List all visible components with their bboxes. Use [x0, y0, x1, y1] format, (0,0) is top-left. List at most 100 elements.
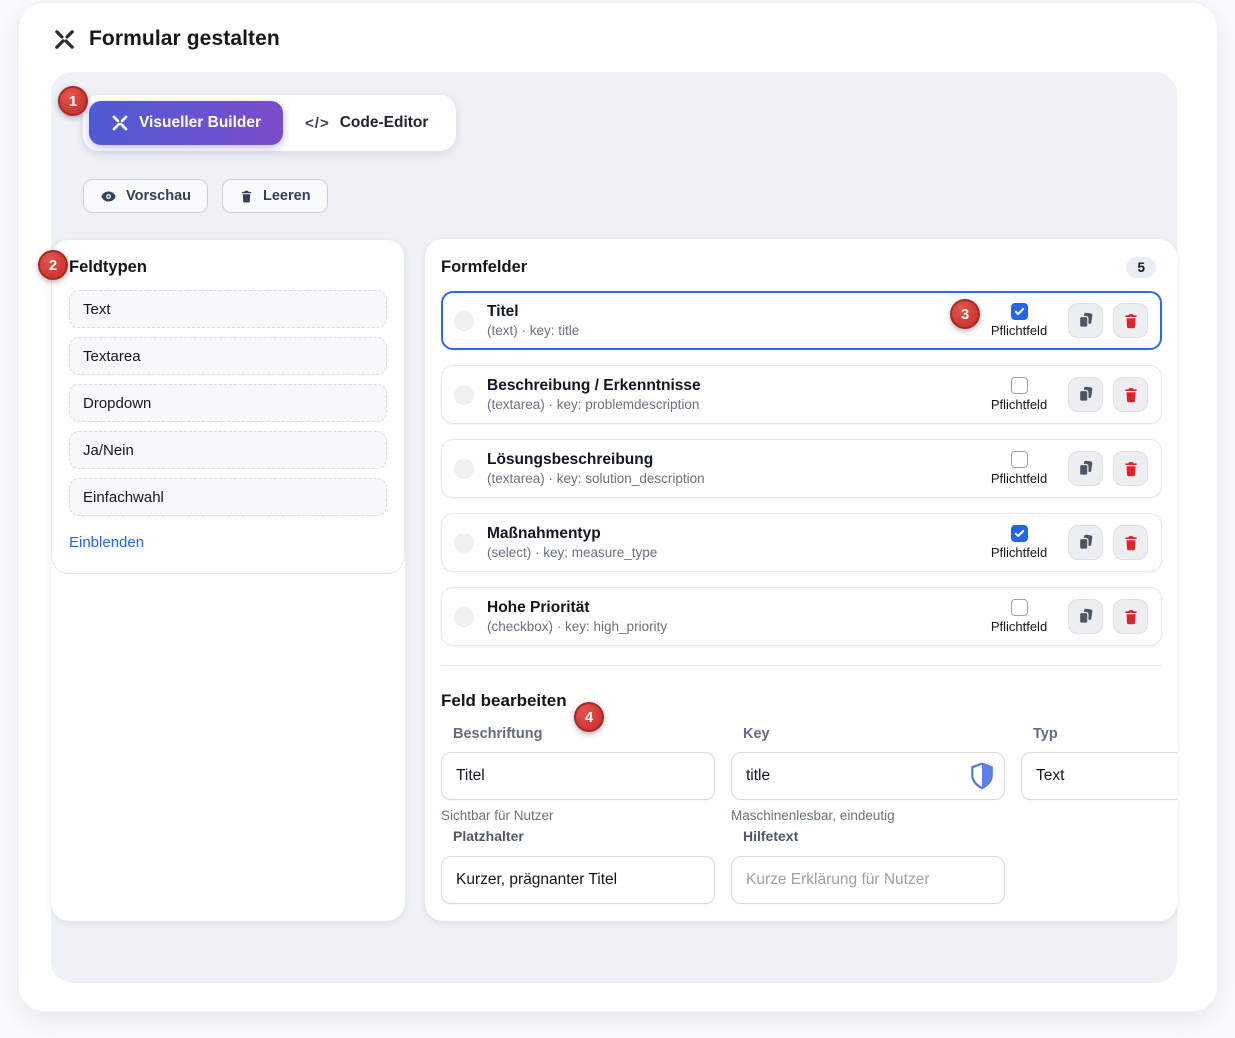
label-helper: Sichtbar für Nutzer	[441, 808, 715, 823]
key-field-label: Key	[731, 726, 1005, 742]
trash-icon	[1122, 460, 1140, 478]
label-input[interactable]	[441, 752, 715, 800]
copy-icon	[1076, 311, 1095, 330]
field-type-label: Text	[83, 301, 111, 318]
field-meta: (textarea) · key: problemdescription	[487, 397, 970, 412]
duplicate-button[interactable]	[1068, 451, 1103, 486]
field-editor-form: Beschriftung Sichtbar für Nutzer Platzha…	[441, 726, 1177, 904]
page-header: Formular gestalten	[19, 3, 1217, 51]
key-input-wrap	[731, 752, 1005, 800]
label-field-label: Beschriftung	[441, 726, 715, 742]
required-label: Pflichtfeld	[991, 619, 1047, 634]
edit-heading: Feld bearbeiten	[441, 691, 567, 711]
field-types-list: Text Textarea Dropdown Ja/Nein Einfachwa…	[69, 290, 387, 516]
required-label: Pflichtfeld	[991, 471, 1047, 486]
duplicate-button[interactable]	[1068, 525, 1103, 560]
trash-icon	[1122, 534, 1140, 552]
delete-button[interactable]	[1113, 377, 1148, 412]
helptext-input[interactable]	[731, 856, 1005, 904]
drag-handle[interactable]	[454, 533, 474, 553]
show-hidden-link[interactable]: Einblenden	[69, 534, 144, 551]
annotation-badge-3: 3	[950, 299, 980, 329]
duplicate-button[interactable]	[1068, 377, 1103, 412]
field-type-item[interactable]: Einfachwahl	[69, 478, 387, 516]
code-icon: </>	[305, 115, 330, 132]
field-label: Beschreibung / Erkenntnisse	[487, 377, 970, 396]
field-text: Hohe Priorität (checkbox) · key: high_pr…	[487, 599, 970, 635]
form-fields-heading: Formfelder	[441, 258, 527, 277]
helptext-field-label: Hilfetext	[731, 828, 1005, 844]
required-control: Pflichtfeld	[983, 303, 1055, 338]
field-type-item[interactable]: Ja/Nein	[69, 431, 387, 469]
required-label: Pflichtfeld	[991, 323, 1047, 338]
eye-icon	[100, 188, 117, 205]
tab-visual-builder[interactable]: Visueller Builder	[89, 101, 283, 145]
field-meta: (select) · key: measure_type	[487, 545, 970, 560]
copy-icon	[1076, 607, 1095, 626]
field-type-item[interactable]: Text	[69, 290, 387, 328]
field-type-label: Textarea	[83, 348, 141, 365]
copy-icon	[1076, 385, 1095, 404]
annotation-badge-2: 2	[38, 250, 68, 280]
copy-icon	[1076, 533, 1095, 552]
key-input[interactable]	[731, 752, 1005, 800]
field-text: Lösungsbeschreibung (textarea) · key: so…	[487, 451, 970, 487]
design-tools-icon	[53, 28, 76, 51]
builder-content: Feldtypen Text Textarea Dropdown Ja/Nein…	[51, 239, 1177, 921]
required-checkbox[interactable]	[1011, 377, 1028, 394]
field-label: Hohe Priorität	[487, 599, 970, 618]
field-type-item[interactable]: Dropdown	[69, 384, 387, 422]
tab-label: Code-Editor	[340, 114, 429, 132]
preview-label: Vorschau	[126, 188, 191, 204]
required-label: Pflichtfeld	[991, 397, 1047, 412]
type-field-label: Typ	[1021, 726, 1177, 742]
form-fields-list: Titel (text) · key: title Pflichtfeld	[441, 291, 1177, 646]
type-select[interactable]: Text	[1021, 752, 1177, 800]
builder-toolbar: Visueller Builder </> Code-Editor	[51, 95, 1177, 213]
copy-icon	[1076, 459, 1095, 478]
form-field-row[interactable]: Hohe Priorität (checkbox) · key: high_pr…	[441, 587, 1162, 646]
trash-icon	[239, 189, 254, 204]
duplicate-button[interactable]	[1068, 599, 1103, 634]
field-type-label: Ja/Nein	[83, 442, 134, 459]
required-label: Pflichtfeld	[991, 545, 1047, 560]
form-field-row[interactable]: Beschreibung / Erkenntnisse (textarea) ·…	[441, 365, 1162, 424]
drag-handle[interactable]	[454, 459, 474, 479]
delete-button[interactable]	[1113, 451, 1148, 486]
trash-icon	[1122, 386, 1140, 404]
page-title: Formular gestalten	[89, 27, 280, 51]
form-field-row[interactable]: Titel (text) · key: title Pflichtfeld	[441, 291, 1162, 350]
field-type-item[interactable]: Textarea	[69, 337, 387, 375]
drag-handle[interactable]	[454, 385, 474, 405]
field-type-label: Einfachwahl	[83, 489, 164, 506]
password-manager-shield-icon[interactable]	[969, 762, 995, 790]
field-text: Maßnahmentyp (select) · key: measure_typ…	[487, 525, 970, 561]
drag-handle[interactable]	[454, 607, 474, 627]
required-checkbox[interactable]	[1011, 599, 1028, 616]
annotation-badge-1: 1	[58, 86, 88, 116]
form-field-row[interactable]: Lösungsbeschreibung (textarea) · key: so…	[441, 439, 1162, 498]
field-text: Titel (text) · key: title	[487, 303, 970, 339]
field-text: Beschreibung / Erkenntnisse (textarea) ·…	[487, 377, 970, 413]
required-checkbox[interactable]	[1011, 525, 1028, 542]
placeholder-input[interactable]	[441, 856, 715, 904]
preview-button[interactable]: Vorschau	[83, 179, 208, 213]
duplicate-button[interactable]	[1068, 303, 1103, 338]
check-icon	[1014, 528, 1025, 539]
delete-button[interactable]	[1113, 599, 1148, 634]
delete-button[interactable]	[1113, 525, 1148, 560]
field-label: Lösungsbeschreibung	[487, 451, 970, 470]
field-label: Titel	[487, 303, 970, 322]
required-checkbox[interactable]	[1011, 303, 1028, 320]
field-count-badge: 5	[1126, 257, 1156, 278]
tab-code-editor[interactable]: </> Code-Editor	[283, 101, 450, 145]
delete-button[interactable]	[1113, 303, 1148, 338]
required-checkbox[interactable]	[1011, 451, 1028, 468]
drag-handle[interactable]	[454, 311, 474, 331]
clear-button[interactable]: Leeren	[222, 179, 328, 213]
check-icon	[1014, 306, 1025, 317]
field-meta: (textarea) · key: solution_description	[487, 471, 970, 486]
form-field-row[interactable]: Maßnahmentyp (select) · key: measure_typ…	[441, 513, 1162, 572]
trash-icon	[1122, 608, 1140, 626]
required-control: Pflichtfeld	[983, 599, 1055, 634]
